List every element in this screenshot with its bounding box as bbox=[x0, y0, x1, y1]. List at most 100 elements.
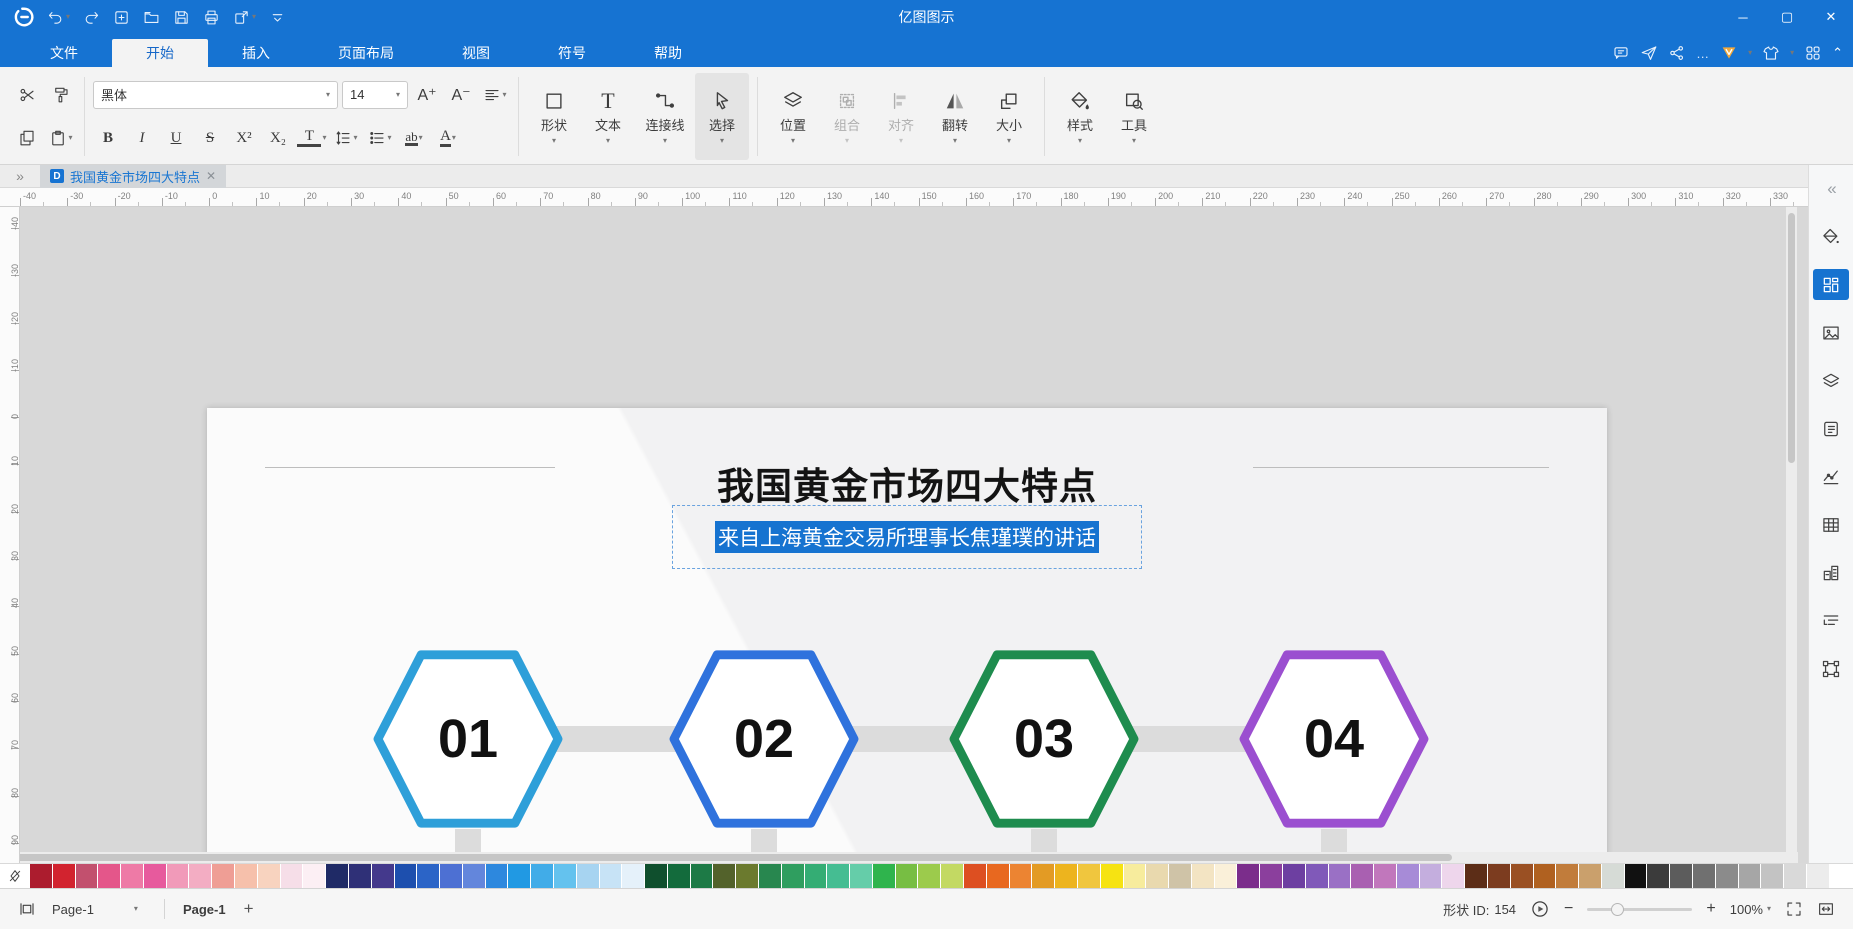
strikethrough-button[interactable]: S bbox=[195, 123, 225, 153]
color-swatch[interactable] bbox=[1374, 864, 1396, 888]
size-button[interactable]: 大小▾ bbox=[982, 73, 1036, 160]
menu-tab[interactable]: 文件 bbox=[16, 39, 112, 67]
color-swatch[interactable] bbox=[1670, 864, 1692, 888]
color-swatch[interactable] bbox=[417, 864, 439, 888]
bullet-list-button[interactable]: ▾ bbox=[365, 123, 395, 153]
select-tool-button[interactable]: 选择▾ bbox=[695, 73, 749, 160]
color-swatch[interactable] bbox=[1716, 864, 1738, 888]
text-style-button[interactable]: T▾ bbox=[297, 123, 327, 153]
horizontal-scrollbar[interactable] bbox=[0, 852, 1798, 863]
color-swatch[interactable] bbox=[1693, 864, 1715, 888]
color-swatch[interactable] bbox=[1124, 864, 1146, 888]
minimize-button[interactable]: ─ bbox=[1721, 0, 1765, 34]
canvas[interactable]: 我国黄金市场四大特点 来自上海黄金交易所理事长焦瑾璞的讲话 01 02 bbox=[0, 207, 1798, 863]
hexagon-node[interactable]: 02 bbox=[666, 647, 862, 831]
paste-button[interactable]: ▾ bbox=[46, 123, 76, 153]
shape-tool-button[interactable]: 形状▾ bbox=[527, 73, 581, 160]
page-selector[interactable]: Page-1▾ bbox=[44, 898, 146, 921]
line-spacing-button[interactable]: ▾ bbox=[331, 123, 361, 153]
color-swatch[interactable] bbox=[1397, 864, 1419, 888]
subscript-button[interactable]: X₂ bbox=[263, 123, 293, 153]
color-swatch[interactable] bbox=[554, 864, 576, 888]
superscript-button[interactable]: X² bbox=[229, 123, 259, 153]
copy-button[interactable] bbox=[12, 123, 42, 153]
fill-style-icon[interactable] bbox=[1813, 221, 1849, 252]
collapse-ribbon-icon[interactable]: ⌃ bbox=[1832, 45, 1843, 61]
color-swatch[interactable] bbox=[486, 864, 508, 888]
menu-tab[interactable]: 插入 bbox=[208, 39, 304, 67]
color-swatch[interactable] bbox=[1237, 864, 1259, 888]
active-page-tab[interactable]: Page-1 bbox=[183, 902, 226, 917]
color-swatch[interactable] bbox=[1283, 864, 1305, 888]
share-icon[interactable] bbox=[1668, 44, 1686, 62]
presentation-play-icon[interactable] bbox=[1530, 899, 1550, 919]
send-share-icon[interactable] bbox=[1640, 44, 1658, 62]
document-tab[interactable]: D 我国黄金市场四大特点 ✕ bbox=[40, 165, 226, 188]
color-swatch[interactable] bbox=[1329, 864, 1351, 888]
color-swatch[interactable] bbox=[713, 864, 735, 888]
color-swatch[interactable] bbox=[1739, 864, 1761, 888]
color-swatch[interactable] bbox=[736, 864, 758, 888]
apps-grid-icon[interactable] bbox=[1804, 44, 1822, 62]
connector-tool-button[interactable]: 连接线▾ bbox=[635, 73, 695, 160]
image-icon[interactable] bbox=[1813, 317, 1849, 348]
theme-dropdown-caret[interactable]: ▾ bbox=[1790, 49, 1794, 57]
vip-badge-icon[interactable] bbox=[1720, 44, 1738, 62]
collapse-panel-icon[interactable]: « bbox=[1813, 173, 1849, 204]
color-swatch[interactable] bbox=[1010, 864, 1032, 888]
font-family-select[interactable]: 黑体▾ bbox=[93, 81, 338, 109]
note-icon[interactable] bbox=[1813, 413, 1849, 444]
color-swatch[interactable] bbox=[1260, 864, 1282, 888]
color-swatch[interactable] bbox=[850, 864, 872, 888]
color-swatch[interactable] bbox=[258, 864, 280, 888]
color-swatch[interactable] bbox=[782, 864, 804, 888]
color-swatch[interactable] bbox=[1647, 864, 1669, 888]
zoom-level-select[interactable]: 100%▾ bbox=[1730, 902, 1771, 917]
connector-nodes-icon[interactable] bbox=[1813, 653, 1849, 684]
chart-icon[interactable] bbox=[1813, 461, 1849, 492]
color-swatch[interactable] bbox=[1534, 864, 1556, 888]
color-swatch[interactable] bbox=[1442, 864, 1464, 888]
table-icon[interactable] bbox=[1813, 509, 1849, 540]
color-swatch[interactable] bbox=[1055, 864, 1077, 888]
tools-button[interactable]: 工具▾ bbox=[1107, 73, 1161, 160]
color-swatch[interactable] bbox=[1465, 864, 1487, 888]
menu-tab[interactable]: 视图 bbox=[428, 39, 524, 67]
color-swatch[interactable] bbox=[440, 864, 462, 888]
color-swatch[interactable] bbox=[918, 864, 940, 888]
color-swatch[interactable] bbox=[1146, 864, 1168, 888]
format-painter-button[interactable] bbox=[46, 80, 76, 110]
color-swatch[interactable] bbox=[189, 864, 211, 888]
vertical-scrollbar[interactable] bbox=[1786, 207, 1797, 852]
color-swatch[interactable] bbox=[1306, 864, 1328, 888]
color-swatch[interactable] bbox=[349, 864, 371, 888]
paste-dropdown-caret[interactable]: ▾ bbox=[68, 134, 72, 142]
font-size-select[interactable]: 14▾ bbox=[342, 81, 408, 109]
style-button[interactable]: 样式▾ bbox=[1053, 73, 1107, 160]
highlight-color-button[interactable]: ab▾ bbox=[399, 123, 429, 153]
color-swatch[interactable] bbox=[1761, 864, 1783, 888]
color-swatch[interactable] bbox=[144, 864, 166, 888]
color-swatch[interactable] bbox=[827, 864, 849, 888]
color-swatch[interactable] bbox=[600, 864, 622, 888]
color-swatch[interactable] bbox=[896, 864, 918, 888]
overflow-icon[interactable]: … bbox=[1696, 46, 1710, 61]
color-swatch[interactable] bbox=[1579, 864, 1601, 888]
color-swatch[interactable] bbox=[1351, 864, 1373, 888]
color-swatch[interactable] bbox=[508, 864, 530, 888]
color-swatch[interactable] bbox=[1511, 864, 1533, 888]
color-swatch[interactable] bbox=[1169, 864, 1191, 888]
color-swatch[interactable] bbox=[577, 864, 599, 888]
color-swatch[interactable] bbox=[212, 864, 234, 888]
outline-icon[interactable] bbox=[1813, 605, 1849, 636]
cut-button[interactable] bbox=[12, 80, 42, 110]
hexagon-node[interactable]: 04 bbox=[1236, 647, 1432, 831]
fit-width-icon[interactable] bbox=[1817, 900, 1835, 918]
feedback-icon[interactable] bbox=[1612, 44, 1630, 62]
color-swatch[interactable] bbox=[395, 864, 417, 888]
hexagon-node[interactable]: 03 bbox=[946, 647, 1142, 831]
page[interactable]: 我国黄金市场四大特点 来自上海黄金交易所理事长焦瑾璞的讲话 01 02 bbox=[207, 408, 1607, 863]
more-tabs-icon[interactable]: » bbox=[0, 168, 40, 184]
color-swatch[interactable] bbox=[76, 864, 98, 888]
color-swatch[interactable] bbox=[1192, 864, 1214, 888]
